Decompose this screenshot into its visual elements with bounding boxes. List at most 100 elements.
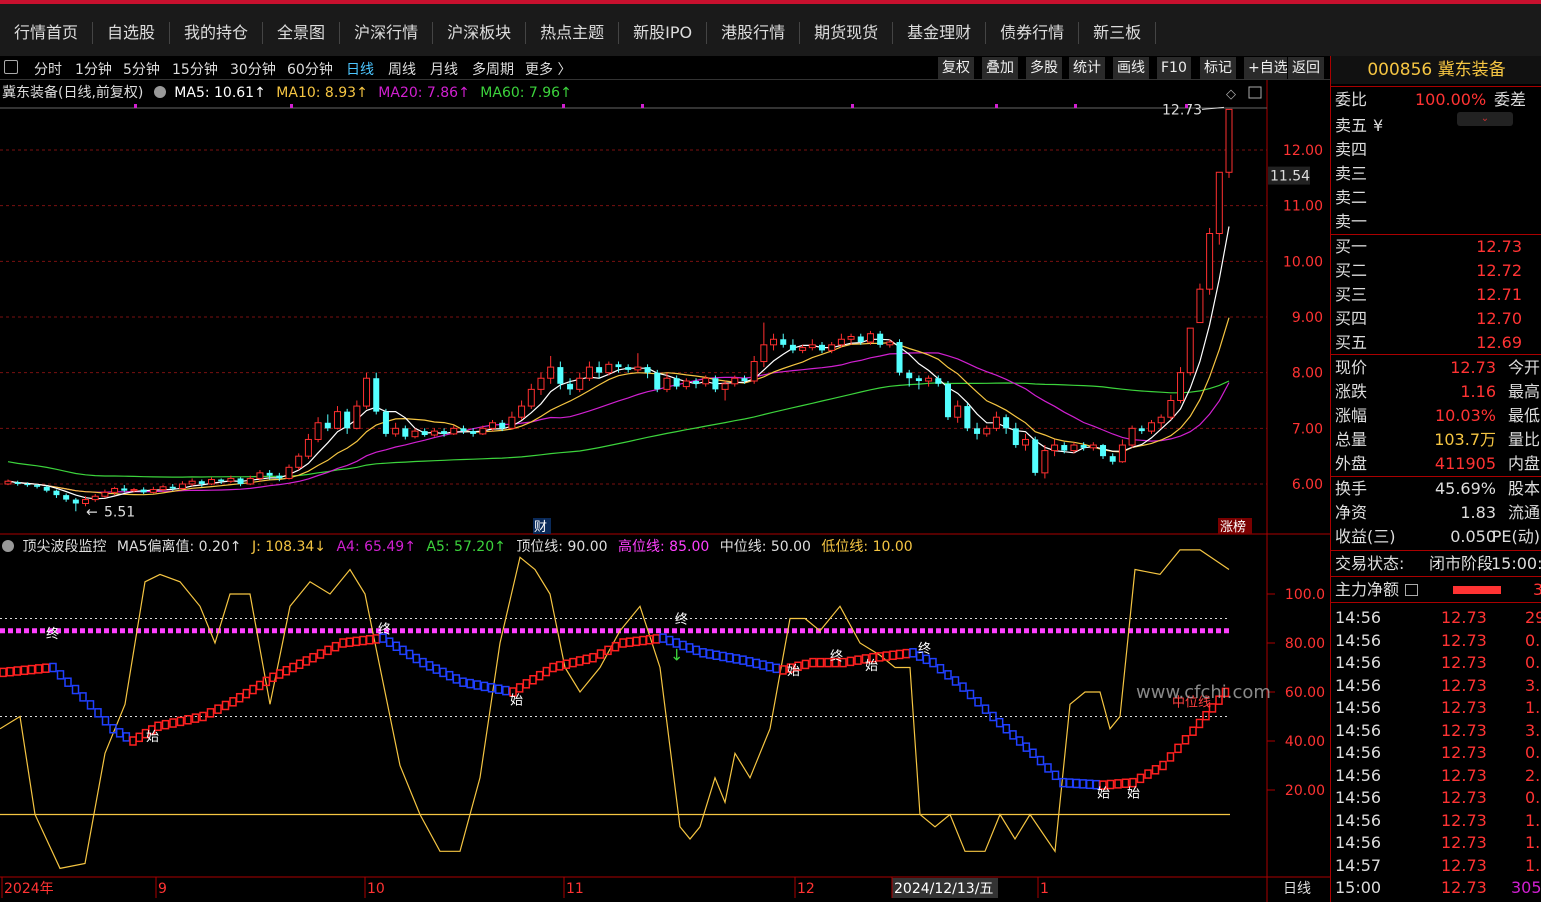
candle-body — [1003, 417, 1010, 429]
stock-code: 000856 — [1367, 60, 1433, 80]
date-label: 2024/12/13/五 — [894, 881, 993, 897]
band-up-block — [889, 650, 897, 660]
band-down-block — [392, 641, 401, 652]
tool-3[interactable]: 统计 — [1068, 57, 1105, 79]
candle-body — [1157, 416, 1165, 424]
band-down-block — [909, 648, 917, 658]
tick-row: 14:56 12.73 3. — [1335, 675, 1541, 697]
tool-1[interactable]: 叠加 — [981, 57, 1018, 79]
period-1[interactable]: 1分钟 — [75, 59, 112, 79]
candle-body — [111, 487, 119, 493]
panel-toggle-icon[interactable] — [4, 60, 18, 74]
tick-price: 12.73 — [1441, 653, 1487, 672]
stat2-row-1: 净资 1.83 流通 — [1335, 502, 1540, 524]
nav-tab-6[interactable]: 热点主题 — [526, 22, 620, 44]
tool-0[interactable]: 复权 — [937, 57, 974, 79]
nav-tab-3[interactable]: 全景图 — [263, 22, 341, 44]
finance-marker[interactable]: 财 — [534, 520, 547, 535]
candle-body — [585, 366, 593, 379]
period-0[interactable]: 分时 — [34, 59, 62, 79]
window-icon[interactable] — [1248, 86, 1262, 99]
nav-tab-12[interactable]: 新三板 — [1079, 22, 1157, 44]
tick-time: 14:56 — [1335, 675, 1382, 695]
nav-tab-10[interactable]: 基金理财 — [893, 22, 987, 44]
candle — [188, 478, 196, 487]
period-9[interactable]: 多周期 — [472, 59, 514, 79]
band-down-block — [936, 663, 945, 674]
tick-time: 14:56 — [1335, 698, 1382, 717]
period-8[interactable]: 月线 — [430, 59, 458, 79]
period-2[interactable]: 5分钟 — [123, 59, 160, 79]
tool-6[interactable]: 标记 — [1199, 57, 1236, 79]
period-3[interactable]: 15分钟 — [172, 59, 218, 79]
tool-7[interactable]: +自选 — [1243, 57, 1292, 79]
nav-tab-0[interactable]: 行情首页 — [0, 22, 94, 44]
period-10[interactable]: 更多 〉 — [525, 59, 571, 79]
list-icon[interactable] — [1405, 584, 1418, 596]
candle-body — [1167, 400, 1175, 418]
candle — [430, 428, 438, 437]
band-up-block — [1151, 765, 1160, 775]
nav-tab-2[interactable]: 我的持仓 — [170, 22, 264, 44]
stat-row-1: 涨跌 1.16 最高 — [1335, 381, 1540, 403]
buy-row-2: 买三 12.71 — [1335, 284, 1540, 306]
candle-body — [644, 367, 651, 373]
stat-row-4: 外盘 411905 内盘 — [1335, 453, 1540, 475]
tool-4[interactable]: 画线 — [1112, 57, 1149, 79]
zhangbang-marker[interactable]: 涨榜 — [1220, 519, 1246, 535]
period-6[interactable]: 日线 — [346, 59, 374, 79]
tool-5[interactable]: F10 — [1156, 57, 1191, 79]
period-label[interactable]: 日线 — [1283, 881, 1311, 897]
band-down-block — [981, 704, 990, 714]
kline-chart[interactable]: 100.080.0060.0040.0020.00终始终始终始终始终始 始↓中位线… — [0, 80, 1330, 902]
band-up-block — [1174, 743, 1182, 754]
candle-body — [944, 383, 951, 418]
period-7[interactable]: 周线 — [388, 59, 416, 79]
tool-2[interactable]: 多股 — [1025, 57, 1062, 79]
candle — [1032, 436, 1039, 476]
sell-row-3: 卖二 — [1335, 187, 1540, 209]
nav-tab-8[interactable]: 港股行情 — [707, 22, 801, 44]
band-up-block — [20, 665, 29, 676]
tool-8[interactable]: 返回 — [1287, 57, 1324, 79]
nav-tab-5[interactable]: 沪深板块 — [433, 22, 527, 44]
candle-body — [1177, 372, 1185, 401]
nav-tab-1[interactable]: 自选股 — [93, 22, 171, 44]
band-down-block — [665, 635, 674, 646]
ind-tick-label: 60.00 — [1285, 685, 1325, 701]
band-down-block — [1085, 779, 1094, 790]
tick-price: 12.73 — [1441, 630, 1487, 650]
candle — [983, 425, 991, 437]
signal-label: 终 — [830, 648, 843, 664]
diamond-icon[interactable]: ◇ — [1226, 87, 1236, 102]
nav-tab-4[interactable]: 沪深行情 — [340, 22, 434, 44]
band-up-block — [242, 688, 251, 699]
candle-body — [1109, 456, 1116, 462]
candle — [808, 339, 816, 351]
candle-body — [246, 477, 254, 485]
band-up-block — [596, 649, 605, 659]
tick-volume: 0. — [1525, 653, 1541, 672]
period-5[interactable]: 60分钟 — [287, 59, 333, 79]
period-4[interactable]: 30分钟 — [230, 59, 276, 79]
nav-tab-11[interactable]: 债券行情 — [986, 22, 1080, 44]
candle — [508, 411, 516, 430]
candle-body — [198, 481, 205, 484]
candle — [392, 422, 400, 437]
band-down-block — [445, 670, 454, 681]
signal-label: 始 — [1127, 786, 1140, 801]
candle — [896, 339, 903, 376]
candle-body — [712, 378, 719, 390]
band-down-block — [1051, 770, 1060, 781]
tick-row: 14:56 12.73 0. — [1335, 652, 1541, 674]
candle-body — [508, 416, 516, 429]
tick-row: 14:56 12.73 29. — [1335, 607, 1541, 629]
nav-tab-7[interactable]: 新股IPO — [619, 22, 708, 44]
candle-body — [295, 455, 303, 468]
candle-body — [837, 338, 845, 346]
candle — [450, 425, 458, 436]
candle — [1012, 422, 1019, 448]
tick-price: 12.73 — [1441, 855, 1487, 875]
nav-tab-9[interactable]: 期货现货 — [800, 22, 894, 44]
band-up-block — [1144, 769, 1152, 779]
